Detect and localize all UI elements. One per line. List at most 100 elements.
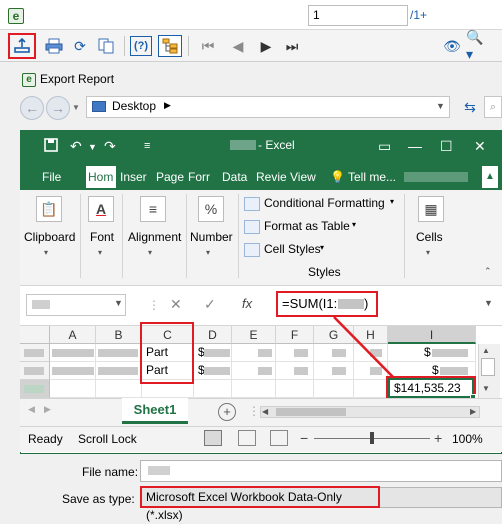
- search-box[interactable]: ⌕: [484, 96, 502, 118]
- cells-icon[interactable]: ▦: [418, 196, 444, 222]
- collapse-ribbon-icon[interactable]: ▲: [482, 166, 498, 188]
- column-header[interactable]: B: [96, 326, 142, 344]
- cells-group-label[interactable]: Cells: [416, 230, 443, 244]
- cancel-entry-icon[interactable]: ✕: [170, 296, 182, 313]
- selected-total-cell[interactable]: $141,535.23: [388, 378, 474, 398]
- refresh-folder-button[interactable]: ⇆: [458, 97, 482, 119]
- conditional-formatting-button[interactable]: Conditional Formatting: [264, 196, 385, 210]
- next-page-button[interactable]: ▶: [254, 34, 278, 58]
- column-header[interactable]: A: [50, 326, 96, 344]
- normal-view-icon[interactable]: [204, 430, 222, 446]
- font-group-label[interactable]: Font: [90, 230, 114, 244]
- scroll-up-icon[interactable]: ▲: [482, 346, 490, 355]
- file-name-input[interactable]: [140, 460, 502, 482]
- last-page-button[interactable]: ⏭: [280, 34, 304, 58]
- tab-home[interactable]: Hom: [86, 166, 116, 188]
- maximize-icon[interactable]: ☐: [440, 138, 453, 155]
- clipboard-icon[interactable]: 📋: [36, 196, 62, 222]
- alignment-group-label[interactable]: Alignment: [128, 230, 181, 244]
- print-button[interactable]: [42, 34, 66, 58]
- find-button[interactable]: 👁: [440, 34, 464, 58]
- tab-page-layout[interactable]: Page: [156, 166, 184, 188]
- enter-entry-icon[interactable]: ✓: [204, 296, 216, 313]
- formula-text[interactable]: =SUM(I1:I: [282, 296, 341, 311]
- scroll-down-icon[interactable]: ▼: [482, 384, 490, 393]
- tab-formulas[interactable]: Forr: [188, 166, 210, 188]
- cell-styles-button[interactable]: Cell Styles: [264, 242, 321, 256]
- number-dropdown-icon[interactable]: ▾: [206, 248, 210, 257]
- font-icon[interactable]: A: [88, 196, 114, 222]
- font-dropdown-icon[interactable]: ▾: [98, 248, 102, 257]
- name-box-dropdown-icon[interactable]: ▼: [114, 298, 123, 308]
- zoom-in-icon[interactable]: +: [434, 430, 442, 446]
- forward-button[interactable]: →: [46, 96, 70, 120]
- cell[interactable]: [50, 380, 96, 398]
- column-header[interactable]: I: [388, 326, 476, 344]
- alignment-icon[interactable]: ≡: [140, 196, 166, 222]
- alignment-dropdown-icon[interactable]: ▾: [148, 248, 152, 257]
- first-page-button[interactable]: ⏮: [196, 34, 220, 58]
- column-header[interactable]: E: [232, 326, 276, 344]
- insert-function-icon[interactable]: fx: [242, 296, 252, 311]
- cell[interactable]: [194, 380, 232, 398]
- address-location[interactable]: Desktop: [112, 99, 156, 113]
- help-button[interactable]: (?): [130, 36, 152, 56]
- sheet-scroll-right-icon[interactable]: ▶: [44, 404, 51, 415]
- previous-page-button[interactable]: ◀: [226, 34, 250, 58]
- page-layout-view-icon[interactable]: [238, 430, 256, 446]
- number-format-icon[interactable]: %: [198, 196, 224, 222]
- column-header[interactable]: F: [276, 326, 314, 344]
- close-icon[interactable]: ✕: [474, 138, 486, 155]
- zoom-level[interactable]: 100%: [452, 432, 483, 446]
- address-dropdown-icon[interactable]: ▼: [436, 101, 445, 111]
- select-all-corner[interactable]: [20, 326, 50, 344]
- new-sheet-button[interactable]: +: [218, 403, 236, 421]
- sheet-scroll-left-icon[interactable]: ◀: [28, 404, 35, 415]
- tab-file[interactable]: File: [42, 166, 61, 188]
- scroll-thumb[interactable]: [481, 358, 495, 376]
- format-as-table-button[interactable]: Format as Table: [264, 219, 350, 233]
- sheet-tab[interactable]: Sheet1: [122, 398, 188, 424]
- zoom-out-icon[interactable]: −: [300, 430, 308, 446]
- page-break-view-icon[interactable]: [270, 430, 288, 446]
- tab-data[interactable]: Data: [222, 166, 247, 188]
- page-number-input[interactable]: 1: [308, 5, 408, 26]
- conditional-formatting-dropdown-icon[interactable]: ▾: [390, 197, 394, 206]
- cells-dropdown-icon[interactable]: ▾: [426, 248, 430, 257]
- hscroll-left-icon[interactable]: ◀: [262, 407, 268, 416]
- ribbon-options-icon[interactable]: ▭: [378, 138, 391, 155]
- column-header[interactable]: D: [194, 326, 232, 344]
- formula-bar-expand-icon[interactable]: ▼: [484, 298, 493, 308]
- hscroll-right-icon[interactable]: ▶: [470, 407, 476, 416]
- save-as-type-select-extension[interactable]: [380, 487, 502, 508]
- tab-review[interactable]: Revie: [256, 166, 287, 188]
- redo-icon[interactable]: ↷: [104, 138, 116, 155]
- zoom-button[interactable]: 🔍▾: [466, 29, 490, 62]
- cell[interactable]: [276, 380, 314, 398]
- document-map-button[interactable]: [158, 35, 182, 57]
- copy-button[interactable]: [94, 34, 118, 58]
- history-dropdown-icon[interactable]: ▼: [72, 103, 80, 112]
- ribbon-collapse-icon[interactable]: ⌃: [484, 266, 492, 277]
- breadcrumb-chevron-icon[interactable]: ▶: [164, 100, 171, 111]
- cell-styles-dropdown-icon[interactable]: ▾: [320, 243, 324, 252]
- zoom-slider-thumb[interactable]: [370, 432, 374, 444]
- save-icon[interactable]: [44, 138, 58, 155]
- hscroll-thumb[interactable]: [276, 408, 346, 416]
- customize-qat-icon[interactable]: ≡: [144, 140, 150, 152]
- tab-split-grip-icon[interactable]: ⋮: [248, 404, 260, 418]
- export-button[interactable]: [8, 33, 36, 59]
- number-group-label[interactable]: Number: [190, 230, 233, 244]
- back-button[interactable]: ←: [20, 96, 44, 120]
- tell-me-box[interactable]: Tell me...: [348, 166, 396, 188]
- tab-insert[interactable]: Inser: [120, 166, 147, 188]
- save-as-type-select[interactable]: Microsoft Excel Workbook Data-Only (*.xl…: [140, 486, 380, 522]
- undo-icon[interactable]: ↶: [70, 138, 82, 155]
- format-as-table-dropdown-icon[interactable]: ▾: [352, 220, 356, 229]
- column-header[interactable]: G: [314, 326, 354, 344]
- refresh-report-button[interactable]: ⟳: [68, 34, 92, 58]
- undo-dropdown-icon[interactable]: ▼: [88, 142, 97, 152]
- column-header[interactable]: H: [354, 326, 388, 344]
- cell[interactable]: [314, 380, 354, 398]
- clipboard-dropdown-icon[interactable]: ▾: [44, 248, 48, 257]
